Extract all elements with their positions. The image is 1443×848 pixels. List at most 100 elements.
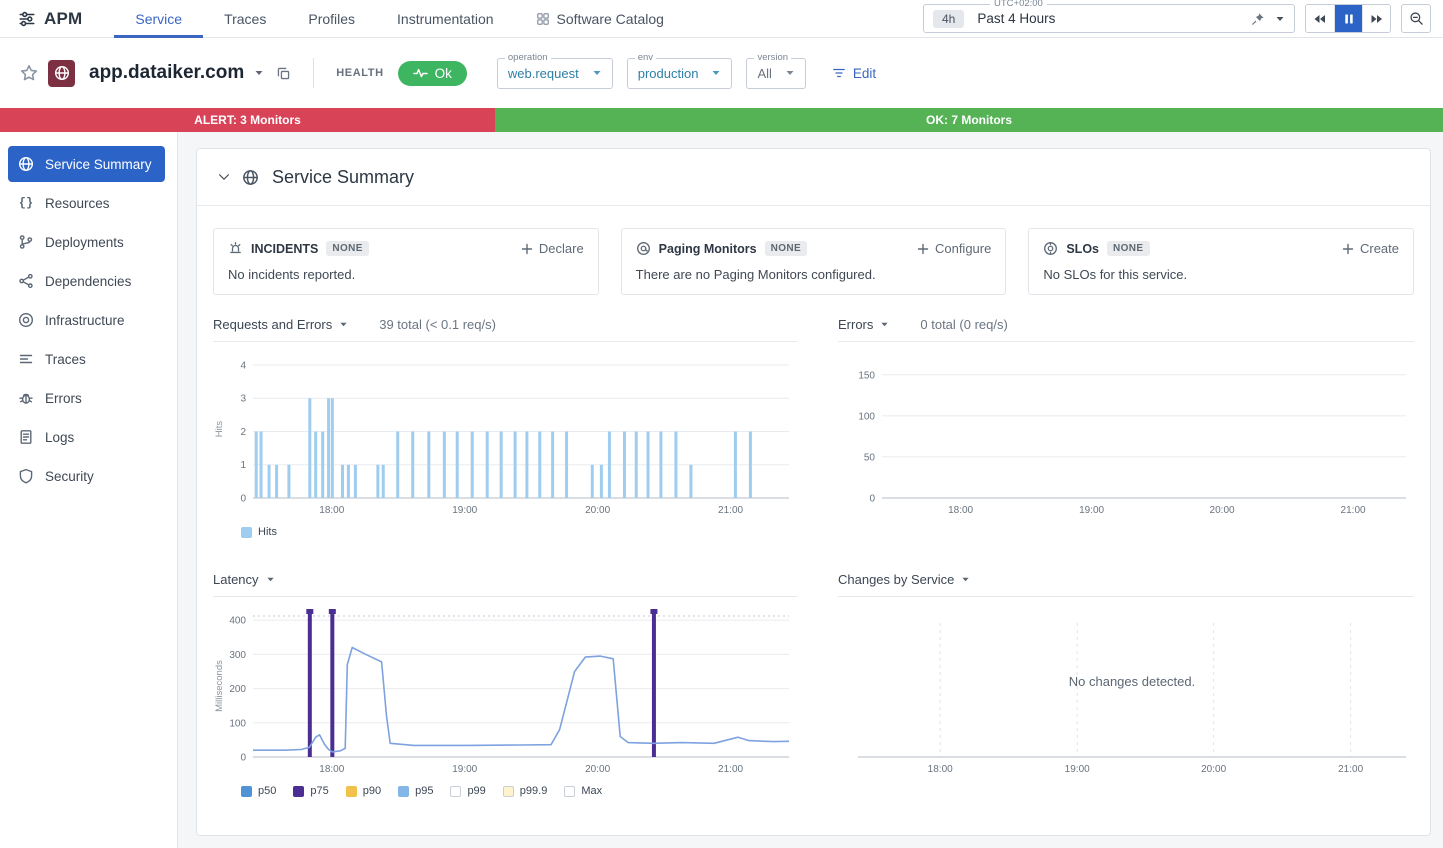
create-slo-button[interactable]: Create	[1342, 241, 1399, 256]
chevron-down-icon[interactable]	[266, 575, 275, 584]
svg-text:21:00: 21:00	[1341, 505, 1366, 516]
service-caret-icon[interactable]	[254, 68, 264, 78]
sidebar-item-traces[interactable]: Traces	[8, 341, 165, 377]
edit-button[interactable]: Edit	[832, 66, 876, 81]
ok-monitors-bar[interactable]: OK: 7 Monitors	[495, 108, 1443, 132]
braces-icon: {}	[18, 196, 34, 210]
globe-icon	[18, 156, 34, 172]
svg-text:300: 300	[229, 650, 246, 661]
legend-item-p50[interactable]: p50	[241, 785, 276, 797]
time-pause-button[interactable]	[1334, 5, 1362, 32]
chart-summary: 0 total (0 req/s)	[920, 317, 1007, 332]
favorite-star-icon[interactable]	[20, 64, 38, 82]
catalog-icon	[536, 12, 550, 26]
alert-monitors-bar[interactable]: ALERT: 3 Monitors	[0, 108, 495, 132]
legend-item-Max[interactable]: Max	[564, 785, 602, 797]
requests-and-errors-svg: 0123418:0019:0020:0021:00Hits	[213, 350, 797, 518]
plus-icon	[1342, 243, 1354, 255]
sidebar-item-security[interactable]: Security	[8, 458, 165, 494]
chart-title-dropdown[interactable]: Errors	[838, 317, 873, 332]
time-back-button[interactable]	[1306, 5, 1334, 32]
apm-brand[interactable]: APM	[12, 9, 88, 29]
pause-icon	[1343, 13, 1355, 25]
svg-text:21:00: 21:00	[718, 505, 743, 516]
time-range-chip[interactable]: 4h	[933, 10, 964, 28]
sidebar-item-logs[interactable]: Logs	[8, 419, 165, 455]
svg-text:21:00: 21:00	[718, 764, 743, 775]
sidebar-item-errors[interactable]: Errors	[8, 380, 165, 416]
card-title: Paging Monitors	[659, 242, 757, 256]
tab-service[interactable]: Service	[114, 0, 203, 38]
tab-profiles[interactable]: Profiles	[287, 0, 376, 38]
apm-logo-icon	[18, 10, 36, 28]
tab-software-catalog[interactable]: Software Catalog	[515, 0, 685, 38]
time-forward-button[interactable]	[1362, 5, 1390, 32]
legend-item-p99.9[interactable]: p99.9	[503, 785, 548, 797]
chart-title-dropdown[interactable]: Requests and Errors	[213, 317, 332, 332]
sidebar-item-deployments[interactable]: Deployments	[8, 224, 165, 260]
slo-target-icon	[1043, 241, 1058, 256]
fast-forward-icon	[1371, 14, 1383, 24]
copy-icon[interactable]	[276, 66, 291, 81]
latency-chart[interactable]: 010020030040018:0019:0020:0021:00Millise…	[213, 605, 797, 777]
pin-icon[interactable]	[1251, 12, 1265, 26]
declare-incident-button[interactable]: Declare	[521, 241, 584, 256]
sidebar-item-service-summary[interactable]: Service Summary	[8, 146, 165, 182]
env-filter-value: production	[638, 66, 699, 81]
tab-instrumentation[interactable]: Instrumentation	[376, 0, 515, 38]
sidebar-item-label: Traces	[45, 352, 86, 367]
changes-chart[interactable]: 18:0019:0020:0021:00No changes detected.	[838, 605, 1414, 777]
chart-title-dropdown[interactable]: Latency	[213, 572, 259, 587]
legend-swatch	[398, 786, 409, 797]
svg-text:4: 4	[240, 360, 246, 371]
env-filter[interactable]: env production	[627, 58, 733, 89]
divider	[313, 58, 314, 88]
card-action-label: Configure	[935, 241, 991, 256]
zoom-out-button[interactable]	[1401, 4, 1431, 33]
legend-item-Hits[interactable]: Hits	[241, 526, 277, 538]
chevron-down-icon[interactable]	[880, 320, 889, 329]
chart-title-dropdown[interactable]: Changes by Service	[838, 572, 954, 587]
chevron-down-icon[interactable]	[961, 575, 970, 584]
health-status-badge[interactable]: Ok	[398, 61, 467, 86]
version-filter-label: version	[754, 52, 791, 63]
legend-item-p99[interactable]: p99	[450, 785, 485, 797]
rewind-icon	[1314, 14, 1326, 24]
chevron-down-icon[interactable]	[1275, 14, 1285, 24]
legend-swatch	[241, 527, 252, 538]
bug-icon	[18, 390, 34, 406]
card-status-text: There are no Paging Monitors configured.	[636, 267, 992, 282]
target-icon	[18, 312, 34, 328]
requests-chart[interactable]: 0123418:0019:0020:0021:00Hits	[213, 350, 797, 518]
svg-text:18:00: 18:00	[948, 505, 973, 516]
content: Service Summary {} Resources Deployments…	[0, 132, 1443, 848]
legend-label: p50	[258, 785, 276, 797]
branch-icon	[18, 234, 34, 250]
operation-filter[interactable]: operation web.request	[497, 58, 613, 89]
card-action-label: Create	[1360, 241, 1399, 256]
top-nav: APM Service Traces Profiles Instrumentat…	[0, 0, 1443, 38]
version-filter[interactable]: version All	[746, 58, 805, 89]
svg-text:100: 100	[858, 411, 875, 422]
legend-item-p75[interactable]: p75	[293, 785, 328, 797]
sidebar-item-dependencies[interactable]: Dependencies	[8, 263, 165, 299]
tab-traces[interactable]: Traces	[203, 0, 287, 38]
legend-swatch	[503, 786, 514, 797]
chevron-down-icon[interactable]	[339, 320, 348, 329]
svg-text:150: 150	[858, 370, 875, 381]
svg-text:19:00: 19:00	[1079, 505, 1104, 516]
plus-icon	[917, 243, 929, 255]
legend-item-p95[interactable]: p95	[398, 785, 433, 797]
sidebar-item-infrastructure[interactable]: Infrastructure	[8, 302, 165, 338]
svg-text:20:00: 20:00	[585, 505, 610, 516]
card-status-text: No SLOs for this service.	[1043, 267, 1399, 282]
sidebar-item-resources[interactable]: {} Resources	[8, 185, 165, 221]
collapse-chevron-icon[interactable]	[217, 170, 231, 184]
legend-item-p90[interactable]: p90	[346, 785, 381, 797]
configure-paging-button[interactable]: Configure	[917, 241, 991, 256]
sidebar-item-label: Service Summary	[45, 157, 152, 172]
chevron-down-icon	[785, 68, 795, 78]
time-range-picker[interactable]: UTC+02:00 4h Past 4 Hours	[923, 4, 1295, 33]
errors-chart[interactable]: 05010015018:0019:0020:0021:00	[838, 350, 1414, 518]
legend-label: p95	[415, 785, 433, 797]
